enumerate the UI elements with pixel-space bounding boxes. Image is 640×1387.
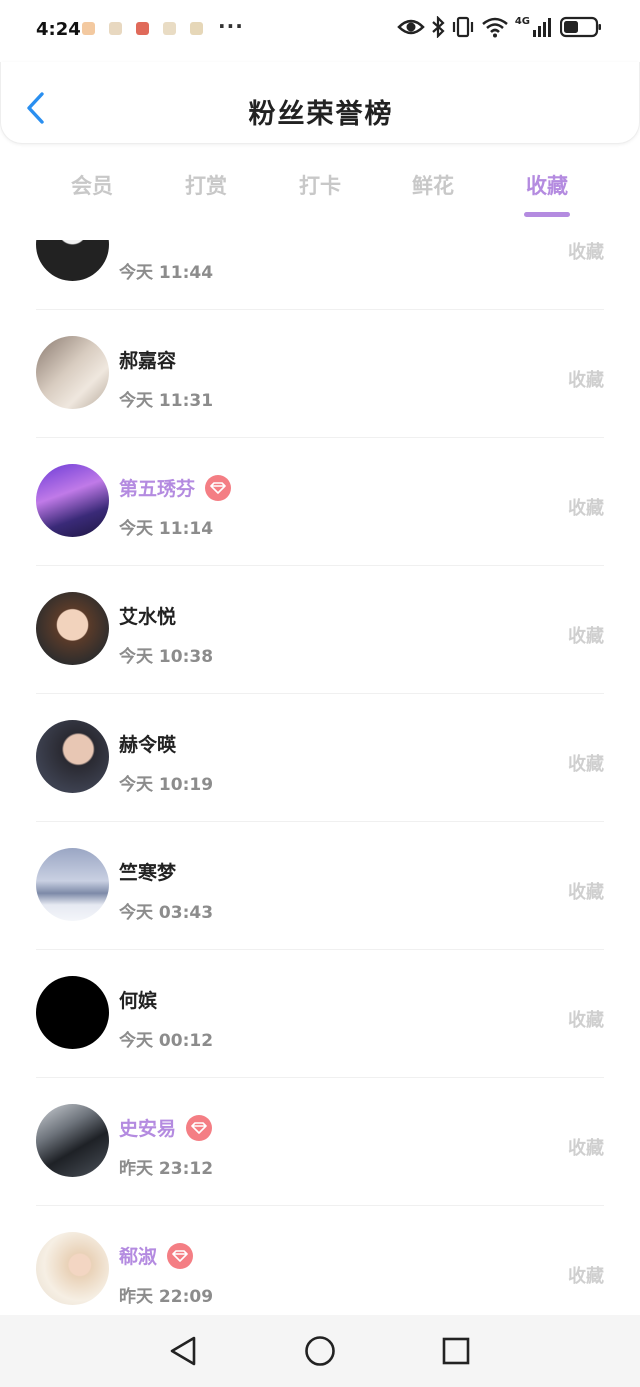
avatar [36,720,109,793]
tab-membership[interactable]: 会员 [52,170,132,200]
notification-icons [82,22,203,35]
favorite-label: 收藏 [568,754,604,775]
user-name: 郗淑 [119,1246,158,1268]
user-name: 郝嘉容 [119,350,177,372]
tab-tips[interactable]: 打赏 [166,170,246,200]
notification-icon [190,22,203,35]
user-name: 竺寒梦 [119,862,177,884]
bluetooth-icon [432,16,445,38]
timestamp: 今天 00:12 [119,1031,214,1051]
favorite-label: 收藏 [568,1266,604,1287]
favorite-label: 收藏 [568,882,604,903]
eye-icon [397,19,425,35]
list-item[interactable]: 赫令暎 今天 10:19 收藏 [0,694,640,822]
list-item[interactable]: 郝嘉容 今天 11:31 收藏 [0,310,640,438]
diamond-badge-icon [186,1114,213,1141]
avatar [36,592,109,665]
favorite-label: 收藏 [568,242,604,263]
favorite-label: 收藏 [568,498,604,519]
battery-icon [560,16,601,38]
avatar [36,1104,109,1177]
avatar [36,976,109,1049]
signal-icon [533,18,551,37]
timestamp: 昨天 23:12 [119,1159,214,1179]
user-name: 赫令暎 [119,734,177,756]
timestamp: 今天 11:31 [119,391,214,411]
notification-icon [136,22,149,35]
timestamp: 今天 03:43 [119,903,214,923]
timestamp: 今天 11:44 [119,263,214,283]
timestamp: 今天 10:19 [119,775,214,795]
timestamp: 今天 11:14 [119,519,214,539]
timestamp: 昨天 22:09 [119,1287,214,1307]
favorite-label: 收藏 [568,1138,604,1159]
list-item[interactable]: 何嫔 今天 00:12 收藏 [0,950,640,1078]
favorite-label: 收藏 [568,370,604,391]
system-navigation-bar [0,1315,640,1387]
wifi-icon [482,17,508,38]
list-item[interactable]: 竺寒梦 今天 03:43 收藏 [0,822,640,950]
list-item[interactable]: 第五琇芬 今天 11:14 收藏 [0,438,640,566]
list-item[interactable]: 今天 11:44 收藏 [0,240,640,310]
back-triangle-icon[interactable] [168,1335,198,1367]
status-bar: 4:24 ··· 4G [0,0,640,62]
user-name: 第五琇芬 [119,478,196,500]
system-icons: 4G [397,16,602,38]
active-tab-indicator [524,212,570,217]
fan-list: 今天 11:44 收藏 郝嘉容 今天 11:31 收藏 第五琇芬 今天 11:1… [0,240,640,1315]
tab-bar: 会员 打赏 打卡 鲜花 收藏 [0,160,640,220]
more-notifications-icon: ··· [218,14,244,38]
favorite-label: 收藏 [568,626,604,647]
avatar [36,240,109,281]
avatar [36,464,109,537]
tab-flowers[interactable]: 鲜花 [393,170,473,200]
notification-icon [82,22,95,35]
recents-square-icon[interactable] [441,1335,471,1367]
tab-favorites[interactable]: 收藏 [507,170,587,200]
favorite-label: 收藏 [568,1010,604,1031]
list-item[interactable]: 郗淑 昨天 22:09 收藏 [0,1206,640,1315]
avatar [36,848,109,921]
diamond-badge-icon [205,474,232,501]
notification-icon [109,22,122,35]
avatar [36,336,109,409]
avatar [36,1232,109,1305]
user-name: 何嫔 [119,990,158,1012]
page-title: 粉丝荣誉榜 [248,99,394,130]
list-item[interactable]: 艾水悦 今天 10:38 收藏 [0,566,640,694]
list-item[interactable]: 史安易 昨天 23:12 收藏 [0,1078,640,1206]
user-name: 史安易 [119,1118,177,1140]
tab-checkin[interactable]: 打卡 [280,170,360,200]
status-time: 4:24 [36,19,81,40]
home-circle-icon[interactable] [304,1335,336,1367]
vibrate-icon [452,16,473,38]
network-type: 4G [514,16,530,27]
user-name: 艾水悦 [119,606,177,628]
app-header: 粉丝荣誉榜 [0,62,640,144]
notification-icon [163,22,176,35]
diamond-badge-icon [167,1242,194,1269]
timestamp: 今天 10:38 [119,647,214,667]
